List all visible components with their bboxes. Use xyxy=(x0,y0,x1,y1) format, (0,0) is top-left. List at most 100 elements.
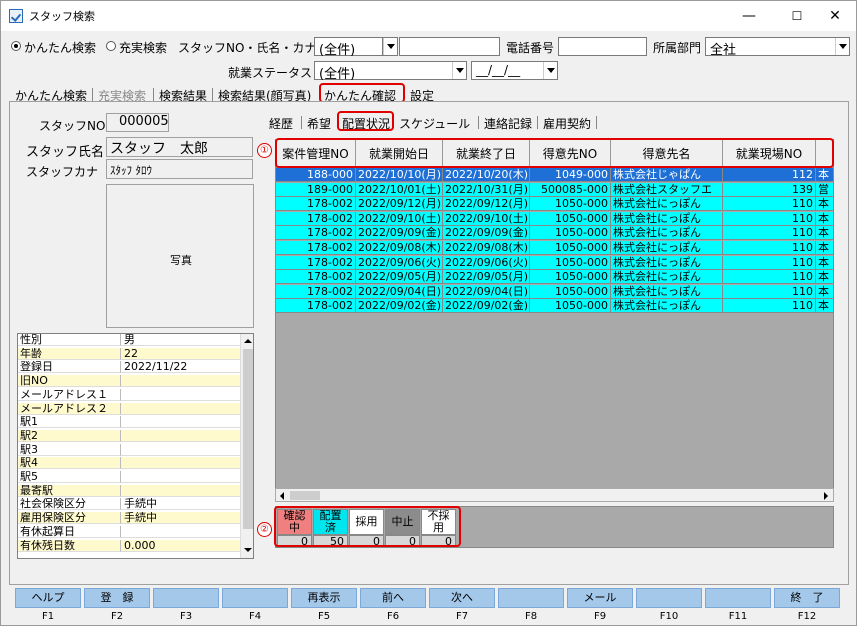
property-row: 登録日 2022/11/22 xyxy=(18,361,240,374)
staff-name-label: スタッフ氏名 xyxy=(26,145,105,160)
photo-placeholder-label: 写真 xyxy=(170,254,192,267)
table-cell: 110 xyxy=(723,241,816,255)
property-label: 年齢 xyxy=(18,347,121,360)
date-picker[interactable]: __/__/__ xyxy=(471,61,558,80)
radio-full-search[interactable] xyxy=(106,41,116,51)
annotation-marker-1: ① xyxy=(257,143,272,158)
close-button[interactable]: ✕ xyxy=(812,1,857,31)
subtab-schedule[interactable]: スケジュール xyxy=(399,115,470,132)
placement-grid[interactable]: 案件管理NO 就業開始日 就業終了日 得意先NO 得意先名 就業現場NO 188… xyxy=(275,139,834,502)
table-row[interactable]: 178-002 2022/09/04(日) 2022/09/04(日) 1050-00… xyxy=(276,284,833,299)
tab-divider xyxy=(212,88,213,101)
table-cell: 2022/09/10(土) xyxy=(443,211,530,226)
table-row[interactable]: 178-002 2022/09/10(土) 2022/09/10(土) 1050-00… xyxy=(276,211,833,226)
phone-input[interactable] xyxy=(558,37,647,56)
property-value xyxy=(121,429,240,442)
property-value: 手続中 xyxy=(121,498,240,511)
fkey-button-f8[interactable] xyxy=(498,588,564,608)
property-label: 駅5 xyxy=(18,471,121,483)
staff-name-value: スタッフ 太郎 xyxy=(106,137,253,157)
table-row[interactable]: 189-000 2022/10/01(土) 2022/10/31(月) 500085-… xyxy=(276,182,833,197)
table-cell: 178-002 xyxy=(276,226,356,241)
table-cell: 2022/09/04(日) xyxy=(356,284,443,299)
scroll-thumb[interactable] xyxy=(290,491,320,500)
fkey-button-f5[interactable]: 再表示 xyxy=(291,588,357,608)
fkey-button-f4[interactable] xyxy=(222,588,288,608)
dept-value: 全社 xyxy=(710,43,737,58)
table-cell: 2022/09/09(金) xyxy=(356,226,443,241)
table-cell: 2022/09/12(月) xyxy=(443,197,530,212)
highlight-box-tab xyxy=(319,83,405,103)
table-cell: 株式会社にっぽん xyxy=(611,226,723,241)
table-cell: 110 xyxy=(723,255,816,270)
property-row: 駅5 xyxy=(18,471,240,483)
fkey-label: F4 xyxy=(248,611,262,622)
table-cell: 株式会社にっぽん xyxy=(611,270,723,285)
table-cell: 2022/10/20(木) xyxy=(443,168,530,182)
table-cell: 110 xyxy=(723,284,816,299)
table-cell: 1050-000 xyxy=(530,284,611,299)
fkey-label: F1 xyxy=(41,611,55,622)
staff-search-input[interactable] xyxy=(399,37,500,56)
status-label: 就業ステータス xyxy=(228,66,313,80)
table-row[interactable]: 188-000 2022/10/10(月) 2022/10/20(木) 1049-00… xyxy=(276,168,833,182)
table-cell: 本 xyxy=(816,197,833,212)
table-cell: 110 xyxy=(723,299,816,314)
fkey-button-f11[interactable] xyxy=(705,588,771,608)
table-cell: 2022/09/08(木) xyxy=(443,241,530,255)
staff-kana-value: ｽﾀｯﾌ ﾀﾛｳ xyxy=(106,159,253,179)
table-cell: 株式会社にっぽん xyxy=(611,197,723,212)
fkey-label: F5 xyxy=(317,611,331,622)
staff-kana-label: スタッフカナ xyxy=(26,165,99,179)
fkey-button-f6[interactable]: 前へ xyxy=(360,588,426,608)
property-row: 年齢 22 xyxy=(18,347,240,360)
fkey-button-f3[interactable] xyxy=(153,588,219,608)
table-row[interactable]: 178-002 2022/09/06(火) 2022/09/06(火) 1050-00… xyxy=(276,255,833,270)
subtab-employment-contract[interactable]: 雇用契約 xyxy=(543,115,591,132)
staff-filter-value: (全件) xyxy=(319,43,356,58)
subtab-preferences[interactable]: 希望 xyxy=(307,115,331,132)
scroll-thumb[interactable] xyxy=(243,349,253,529)
fkey-label: F9 xyxy=(593,611,607,622)
table-cell: 本 xyxy=(816,299,833,314)
property-row: 有休残日数 0.000 xyxy=(18,539,240,552)
table-row[interactable]: 178-002 2022/09/05(月) 2022/09/05(月) 1050-00… xyxy=(276,270,833,285)
subtab-contact-log[interactable]: 連絡記録 xyxy=(484,115,532,132)
status-combo[interactable]: (全件) xyxy=(314,61,467,82)
table-cell: 2022/09/06(火) xyxy=(356,255,443,270)
grid-horizontal-scrollbar[interactable] xyxy=(275,488,834,502)
table-row[interactable]: 178-002 2022/09/02(金) 2022/09/02(金) 1050-00… xyxy=(276,299,833,314)
fkey-label: F10 xyxy=(659,611,679,622)
property-label: 性別 xyxy=(18,334,121,346)
fkey-button-f12[interactable]: 終 了 xyxy=(774,588,840,608)
subtab-history[interactable]: 経歴 xyxy=(269,115,293,132)
table-cell: 営 xyxy=(816,182,833,197)
fkey-button-f10[interactable] xyxy=(636,588,702,608)
table-cell: 110 xyxy=(723,211,816,226)
table-row[interactable]: 178-002 2022/09/08(木) 2022/09/08(木) 1050-00… xyxy=(276,241,833,255)
scroll-down-icon xyxy=(244,548,252,552)
fkey-button-f7[interactable]: 次へ xyxy=(429,588,495,608)
property-label: 有休起算日 xyxy=(18,525,121,538)
fkey-button-f1[interactable]: ヘルプ xyxy=(15,588,81,608)
fkey-button-f2[interactable]: 登 録 xyxy=(84,588,150,608)
table-cell: 株式会社にっぽん xyxy=(611,241,723,255)
property-value: 男 xyxy=(121,334,240,346)
chevron-down-icon xyxy=(452,62,466,79)
property-label: 駅4 xyxy=(18,457,121,470)
staff-filter-arrow[interactable] xyxy=(382,37,398,56)
minimize-button[interactable]: — xyxy=(726,1,772,31)
fkey-label: F6 xyxy=(386,611,400,622)
table-row[interactable]: 178-002 2022/09/09(金) 2022/09/09(金) 1050-00… xyxy=(276,226,833,241)
function-key-bar: ヘルプ F1 登 録 F2 F3 F4 再表示 F5 前へ F6 次へ F7 F8 メール F9 F10 F11… xyxy=(1,585,856,625)
properties-scrollbar[interactable] xyxy=(240,334,253,558)
radio-simple-search[interactable] xyxy=(11,41,21,51)
fkey-button-f9[interactable]: メール xyxy=(567,588,633,608)
table-cell: 株式会社スタッフエ xyxy=(611,182,723,197)
property-value xyxy=(121,402,240,415)
table-row[interactable]: 178-002 2022/09/12(月) 2022/09/12(月) 1050-00… xyxy=(276,197,833,212)
property-row: メールアドレス１ xyxy=(18,388,240,401)
dept-combo[interactable]: 全社 xyxy=(705,37,850,58)
table-cell: 1050-000 xyxy=(530,299,611,314)
property-row: 雇用保険区分 手続中 xyxy=(18,512,240,525)
